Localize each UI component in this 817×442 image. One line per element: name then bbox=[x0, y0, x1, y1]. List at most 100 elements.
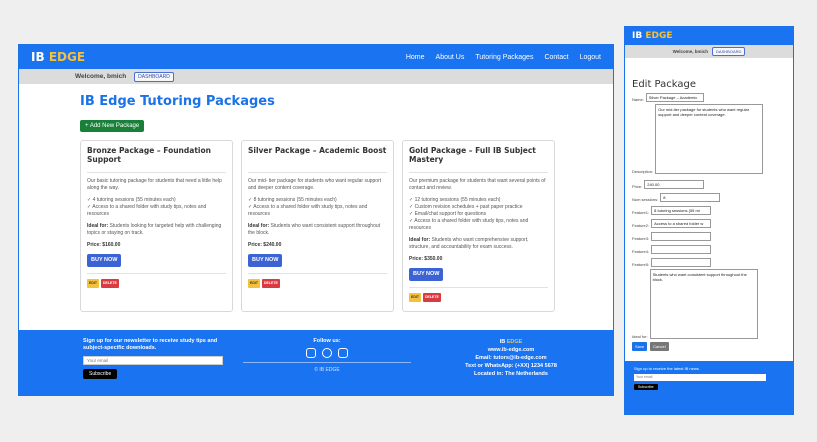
buy-now-button[interactable]: BUY NOW bbox=[248, 254, 283, 267]
feature1-input[interactable]: 8 tutoring sessions (55 mi bbox=[651, 206, 712, 215]
newsletter-email-input[interactable]: Your email bbox=[83, 356, 223, 365]
divider bbox=[87, 172, 226, 173]
logo-text-edge: EDGE bbox=[645, 31, 673, 41]
delete-button[interactable]: DELETE bbox=[100, 279, 119, 288]
feature1-row: Feature1: 8 tutoring sessions (55 mi bbox=[632, 206, 786, 215]
delete-button[interactable]: DELETE bbox=[261, 279, 280, 288]
card-description: Our premium package for students that wa… bbox=[409, 178, 546, 191]
card-price: Price: $240.00 bbox=[248, 242, 282, 248]
card-ideal: Ideal for: Students looking for targeted… bbox=[87, 223, 226, 237]
delete-button[interactable]: DELETE bbox=[422, 293, 441, 302]
nav-packages[interactable]: Tutoring Packages bbox=[475, 54, 533, 61]
instagram-icon[interactable] bbox=[306, 348, 316, 358]
site-logo[interactable]: IB EDGE bbox=[632, 31, 786, 41]
feature4-input[interactable] bbox=[651, 245, 712, 254]
welcome-bar: Welcome, bmich DASHBOARD bbox=[19, 69, 613, 84]
card-feature: ✓ 8 tutoring sessions (55 minutes each) bbox=[248, 197, 337, 203]
card-feature: ✓ Custom revision schedules + past paper… bbox=[409, 204, 523, 210]
card-feature: ✓ Email/chat support for questions bbox=[409, 211, 487, 217]
subscribe-button[interactable]: Subscribe bbox=[634, 384, 658, 390]
page-title: IB Edge Tutoring Packages bbox=[80, 94, 275, 109]
follow-label: Follow us: bbox=[313, 338, 341, 344]
divider bbox=[248, 273, 387, 274]
feature3-input[interactable] bbox=[651, 232, 712, 241]
ideal-textarea[interactable]: Students who want consistent support thr… bbox=[649, 269, 758, 339]
footer-location: Located in: The Netherlands bbox=[474, 371, 548, 377]
card-description: Our mid- tier package for students who w… bbox=[248, 178, 382, 191]
main-content: IB Edge Tutoring Packages + Add New Pack… bbox=[19, 84, 613, 330]
ideal-label: Ideal for: bbox=[632, 334, 648, 339]
card-ideal: Ideal for: Students who want consistent … bbox=[248, 223, 387, 237]
logo-text-ib: IB bbox=[632, 31, 643, 41]
price-input[interactable]: 240.00 bbox=[644, 180, 705, 189]
card-description: Our basic tutoring package for students … bbox=[87, 178, 222, 191]
newsletter-section: Sign up for our newsletter to receive st… bbox=[83, 338, 225, 395]
card-actions: EDIT DELETE bbox=[409, 293, 548, 302]
feature3-label: Feature3: bbox=[632, 236, 650, 241]
divider bbox=[243, 362, 411, 363]
edit-button[interactable]: EDIT bbox=[248, 279, 260, 288]
footer-brand-ib: IB bbox=[499, 339, 506, 345]
newsletter-email-input[interactable]: Your email bbox=[634, 374, 766, 381]
form-buttons: Save Cancel bbox=[632, 342, 786, 351]
description-textarea[interactable]: Our mid-tier package for students who wa… bbox=[655, 104, 764, 174]
feature4-row: Feature4: bbox=[632, 245, 786, 254]
edit-button[interactable]: EDIT bbox=[87, 279, 99, 288]
edit-window: IB EDGE Welcome, bmich DASHBOARD Edit Pa… bbox=[624, 26, 794, 415]
ideal-text: Students looking for targeted help with … bbox=[87, 223, 222, 236]
card-title: Bronze Package – Foundation Support bbox=[87, 146, 211, 164]
footer-phone: Text or WhatsApp: (+XX) 1234 5678 bbox=[465, 363, 557, 369]
footer-brand: IB EDGE bbox=[421, 338, 601, 346]
name-label: Name: bbox=[632, 97, 644, 102]
description-label: Description: bbox=[632, 169, 654, 174]
add-package-button[interactable]: + Add New Package bbox=[80, 120, 145, 132]
feature2-input[interactable]: Access to a shared folder w bbox=[651, 219, 712, 228]
nav-home[interactable]: Home bbox=[406, 54, 425, 61]
follow-section: Follow us: © IB EDGE bbox=[233, 338, 421, 395]
copyright: © IB EDGE bbox=[314, 367, 340, 373]
newsletter-text: Sign up to receive the latest IB news. bbox=[634, 366, 700, 371]
card-feature: ✓ Access to a shared folder with study t… bbox=[248, 204, 368, 217]
buy-now-button[interactable]: BUY NOW bbox=[87, 254, 122, 267]
feature2-label: Feature2: bbox=[632, 223, 650, 228]
buy-now-button[interactable]: BUY NOW bbox=[409, 268, 444, 281]
dashboard-button[interactable]: DASHBOARD bbox=[134, 71, 174, 82]
price-row: Price: 240.00 bbox=[632, 180, 786, 189]
feature5-input[interactable] bbox=[651, 258, 712, 267]
card-title: Gold Package – Full IB Subject Mastery bbox=[409, 146, 536, 164]
edit-form: Edit Package Name: Silver Package – Acad… bbox=[625, 58, 793, 361]
card-feature: ✓ Access to a shared folder with study t… bbox=[409, 218, 529, 231]
package-card: Bronze Package – Foundation Support Our … bbox=[80, 140, 233, 312]
youtube-icon[interactable] bbox=[338, 348, 348, 358]
name-input[interactable]: Silver Package – Academic bbox=[645, 93, 704, 102]
footer-website[interactable]: www.ib-edge.com bbox=[421, 346, 601, 354]
subscribe-button[interactable]: Subscribe bbox=[83, 369, 118, 379]
dashboard-button[interactable]: DASHBOARD bbox=[712, 47, 746, 56]
save-button[interactable]: Save bbox=[632, 342, 648, 351]
nav-contact[interactable]: Contact bbox=[544, 54, 568, 61]
top-nav: IB EDGE Home About Us Tutoring Packages … bbox=[19, 45, 613, 69]
feature5-row: Feature5: bbox=[632, 258, 786, 267]
ideal-label: Ideal for: bbox=[409, 237, 431, 243]
ideal-label: Ideal for: bbox=[87, 223, 109, 229]
package-card: Gold Package – Full IB Subject Mastery O… bbox=[402, 140, 555, 312]
site-logo[interactable]: IB EDGE bbox=[31, 50, 85, 64]
cancel-button[interactable]: Cancel bbox=[650, 342, 669, 351]
nav-about[interactable]: About Us bbox=[436, 54, 465, 61]
facebook-icon[interactable] bbox=[322, 348, 332, 358]
nav-logout[interactable]: Logout bbox=[580, 54, 601, 61]
social-icons bbox=[233, 348, 421, 358]
sessions-label: Num sessions: bbox=[632, 197, 659, 202]
name-row: Name: Silver Package – Academic bbox=[632, 93, 786, 102]
footer-brand-edge: EDGE bbox=[506, 339, 523, 345]
logo-text-ib: IB bbox=[31, 50, 45, 64]
sessions-row: Num sessions: 8 bbox=[632, 193, 786, 202]
divider bbox=[248, 172, 387, 173]
feature1-label: Feature1: bbox=[632, 210, 650, 215]
edit-button[interactable]: EDIT bbox=[409, 293, 421, 302]
ideal-row: Ideal for: Students who want consistent … bbox=[632, 269, 786, 339]
sessions-input[interactable]: 8 bbox=[660, 193, 721, 202]
divider bbox=[409, 287, 548, 288]
footer-email[interactable]: Email: tutors@ib-edge.com bbox=[421, 354, 601, 362]
package-cards: Bronze Package – Foundation Support Our … bbox=[80, 140, 613, 312]
